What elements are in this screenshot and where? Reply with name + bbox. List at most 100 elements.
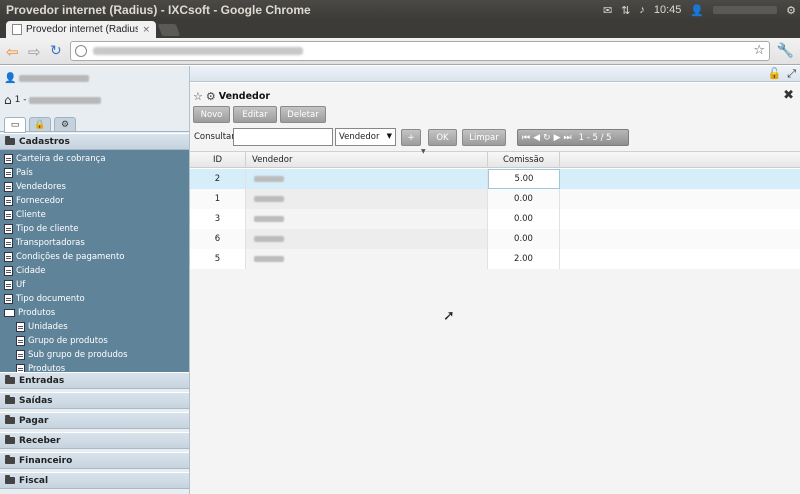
user-icon: 👤 xyxy=(4,73,17,84)
document-icon xyxy=(4,167,13,178)
folder-icon xyxy=(5,395,15,404)
filter-field-select[interactable]: Vendedor ▼ xyxy=(335,128,396,146)
refresh-icon[interactable]: ↻ xyxy=(543,133,551,143)
cell-id: 6 xyxy=(190,229,246,249)
name-redacted xyxy=(254,236,284,242)
gear-icon: ⚙ xyxy=(60,119,70,130)
cell-comissao: 0.00 xyxy=(488,229,560,249)
network-icon[interactable]: ⇅ xyxy=(621,4,630,17)
vendedor-table: ID ▼ Vendedor Comissão 2 5.00 1 0.00 3 0… xyxy=(190,148,800,269)
limpar-button[interactable]: Limpar xyxy=(462,129,506,146)
unlock-icon[interactable]: 🔓 xyxy=(767,67,781,81)
add-filter-button[interactable]: + xyxy=(401,129,421,146)
document-icon xyxy=(4,181,13,192)
section-pagar[interactable]: Pagar xyxy=(0,412,189,429)
column-header-comissao[interactable]: Comissão xyxy=(488,152,560,168)
tree-folder-produtos[interactable]: Produtos xyxy=(4,306,55,319)
tree-item-transportadoras[interactable]: Transportadoras xyxy=(4,236,85,249)
tree-item-carteira[interactable]: Carteira de cobrança xyxy=(4,152,106,165)
tree-item-fornecedor[interactable]: Fornecedor xyxy=(4,194,64,207)
forward-arrow-icon[interactable]: ⇨ xyxy=(28,43,41,61)
table-row[interactable]: 6 0.00 xyxy=(190,229,800,249)
name-redacted xyxy=(254,196,284,202)
bookmark-star-icon[interactable]: ☆ xyxy=(753,43,765,58)
pagination: ⏮ ◀ ↻ ▶ ⏭ 1 - 5 / 5 xyxy=(517,129,629,146)
tree-item-tipo-documento[interactable]: Tipo documento xyxy=(4,292,85,305)
document-icon xyxy=(4,195,13,206)
address-bar[interactable]: ☆ xyxy=(70,41,770,61)
fullscreen-icon[interactable]: ⤢ xyxy=(787,67,796,81)
column-header-vendedor[interactable]: ▼ Vendedor xyxy=(246,148,488,168)
cell-vendedor xyxy=(246,249,488,269)
tree-item-tipo-cliente[interactable]: Tipo de cliente xyxy=(4,222,79,235)
search-input[interactable] xyxy=(233,128,333,146)
cell-comissao: 0.00 xyxy=(488,189,560,209)
cell-comissao: 5.00 xyxy=(488,169,560,189)
tree-item-pais[interactable]: País xyxy=(4,166,33,179)
user-icon: 👤 xyxy=(690,4,705,17)
name-redacted xyxy=(254,176,284,182)
clock[interactable]: 10:45 xyxy=(654,4,682,16)
reload-icon[interactable]: ↻ xyxy=(50,43,62,59)
tree-item-grupo-produtos[interactable]: Grupo de produtos xyxy=(16,334,108,347)
section-fiscal[interactable]: Fiscal xyxy=(0,472,189,489)
section-receber[interactable]: Receber xyxy=(0,432,189,449)
tab-lock[interactable]: 🔒 xyxy=(29,117,51,132)
cell-comissao: 0.00 xyxy=(488,209,560,229)
mail-icon[interactable]: ✉ xyxy=(603,4,612,17)
document-icon xyxy=(4,209,13,220)
table-row[interactable]: 1 0.00 xyxy=(190,189,800,209)
tree-item-cliente[interactable]: Cliente xyxy=(4,208,46,221)
cell-vendedor xyxy=(246,169,488,189)
tree-item-unidades[interactable]: Unidades xyxy=(16,320,68,333)
tab-close-icon[interactable]: × xyxy=(142,25,150,35)
tree-item-sub-grupo-produtos[interactable]: Sub grupo de produdos xyxy=(16,348,128,361)
document-icon xyxy=(4,153,13,164)
document-icon xyxy=(16,349,25,360)
table-row[interactable]: 3 0.00 xyxy=(190,209,800,229)
first-page-icon[interactable]: ⏮ xyxy=(522,133,530,143)
section-saidas[interactable]: Saídas xyxy=(0,392,189,409)
user-name-redacted[interactable] xyxy=(713,6,778,14)
wrench-icon[interactable]: 🔧 xyxy=(777,43,794,59)
browser-tab[interactable]: Provedor internet (Radius) - IX × xyxy=(6,21,156,38)
home-icon: ⌂ xyxy=(4,93,12,107)
close-icon[interactable]: ✖ xyxy=(783,88,794,103)
page-favicon-icon xyxy=(12,24,22,35)
sort-arrow-icon: ▼ xyxy=(421,148,426,155)
favorite-star-icon[interactable]: ☆ xyxy=(193,90,203,103)
novo-button[interactable]: Novo xyxy=(193,106,230,123)
next-page-icon[interactable]: ▶ xyxy=(554,133,561,143)
tree-item-condicoes-pagamento[interactable]: Condições de pagamento xyxy=(4,250,124,263)
user-name-redacted xyxy=(19,75,90,82)
new-tab-button[interactable] xyxy=(157,24,181,36)
name-redacted xyxy=(254,256,284,262)
vendedor-panel: ☆ ⚙ Vendedor ✖ Novo Editar Deletar Consu… xyxy=(190,83,800,494)
site-info-icon[interactable] xyxy=(75,45,87,57)
volume-icon[interactable]: ♪ xyxy=(639,4,645,16)
previous-page-icon[interactable]: ◀ xyxy=(533,133,540,143)
table-row[interactable]: 2 5.00 xyxy=(190,169,800,189)
section-cadastros[interactable]: Cadastros xyxy=(0,133,189,150)
back-arrow-icon[interactable]: ⇦ xyxy=(6,43,19,61)
tree-item-cidade[interactable]: Cidade xyxy=(4,264,46,277)
panel-header: ☆ ⚙ Vendedor xyxy=(193,90,270,103)
deletar-button[interactable]: Deletar xyxy=(280,106,326,123)
session-gear-icon[interactable]: ⚙ xyxy=(786,4,796,17)
document-icon xyxy=(16,321,25,332)
tab-window[interactable]: ▭ xyxy=(4,117,26,133)
settings-gear-icon[interactable]: ⚙ xyxy=(206,90,216,103)
section-financeiro[interactable]: Financeiro xyxy=(0,452,189,469)
column-header-id[interactable]: ID xyxy=(190,152,246,168)
ok-button[interactable]: OK xyxy=(428,129,457,146)
last-page-icon[interactable]: ⏭ xyxy=(564,133,572,143)
editar-button[interactable]: Editar xyxy=(233,106,277,123)
section-entradas[interactable]: Entradas xyxy=(0,372,189,389)
tree-item-uf[interactable]: Uf xyxy=(4,278,25,291)
tree-item-vendedores[interactable]: Vendedores xyxy=(4,180,66,193)
cell-comissao: 2.00 xyxy=(488,249,560,269)
table-row[interactable]: 5 2.00 xyxy=(190,249,800,269)
browser-toolbar: ⇦ ⇨ ↻ ☆ 🔧 xyxy=(0,38,800,65)
table-header: ID ▼ Vendedor Comissão xyxy=(190,148,800,168)
tab-settings[interactable]: ⚙ xyxy=(54,117,76,132)
